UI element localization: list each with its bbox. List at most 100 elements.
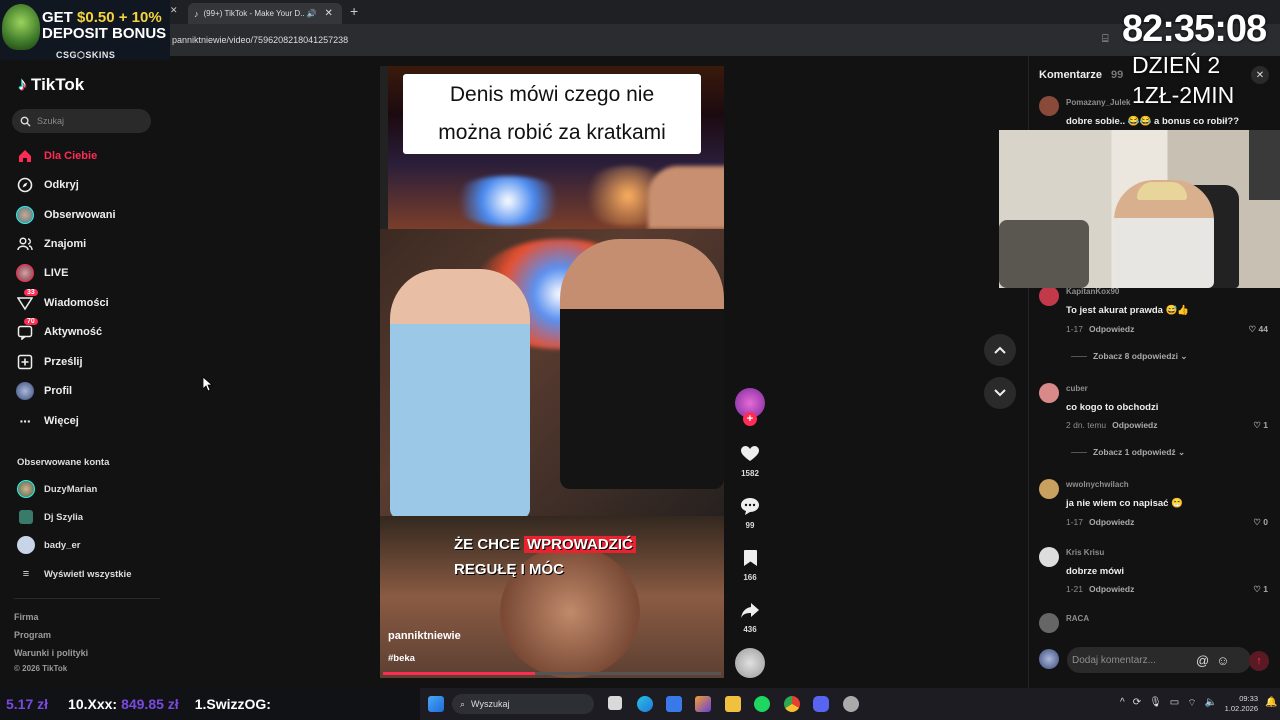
sync-icon[interactable]: ⟳ xyxy=(1133,697,1141,710)
footer-link-company[interactable]: Firma xyxy=(14,612,39,622)
video-hashtag[interactable]: #beka xyxy=(388,653,415,664)
search-input[interactable] xyxy=(37,116,137,126)
taskbar-clock[interactable]: 09:33 1.02.2026 xyxy=(1220,694,1258,714)
edge-icon[interactable] xyxy=(637,696,653,712)
obs-icon[interactable] xyxy=(843,696,859,712)
start-icon[interactable] xyxy=(428,696,444,712)
comment-action[interactable]: 99 xyxy=(736,492,764,530)
avatar-icon xyxy=(16,206,34,224)
arrow-up-icon: ↑ xyxy=(1256,655,1262,667)
previous-video-button[interactable] xyxy=(984,334,1016,366)
follow-plus-icon[interactable]: + xyxy=(743,412,757,426)
footer-link-terms[interactable]: Warunki i polityki xyxy=(14,648,88,658)
list-icon: ≡ xyxy=(22,568,30,580)
comment-like[interactable]: ♡ 1 xyxy=(1253,420,1268,431)
like-action[interactable]: 1582 xyxy=(736,440,764,478)
search-box[interactable] xyxy=(12,109,151,133)
followed-account[interactable]: DuzyMarian xyxy=(17,479,97,499)
address-bar[interactable]: panniktniewie/video/7596208218041257238 … xyxy=(0,24,1280,56)
close-comments-button[interactable]: ✕ xyxy=(1251,66,1269,84)
footer-link-program[interactable]: Program xyxy=(14,630,51,640)
volume-icon[interactable]: 🔈 xyxy=(1205,697,1217,710)
browser-tab-active[interactable]: ♪ (99+) TikTok - Make Your D... 🔊 ✕ xyxy=(188,3,342,24)
comment-like[interactable]: ♡ 44 xyxy=(1249,324,1268,335)
share-count: 436 xyxy=(743,625,757,634)
tab-close-icon[interactable]: ✕ xyxy=(324,8,332,19)
wifi-icon[interactable]: ⌔ xyxy=(1187,697,1196,710)
chrome-icon[interactable] xyxy=(784,696,800,712)
nav-activity[interactable]: 70 Aktywność xyxy=(16,318,102,343)
microphone-icon[interactable]: 🎙 xyxy=(1149,697,1162,710)
comment-user[interactable]: RACA xyxy=(1066,614,1089,623)
new-tab-icon[interactable]: + xyxy=(350,3,358,19)
speaker-icon[interactable]: 🔊 xyxy=(307,9,317,18)
spotify-icon[interactable] xyxy=(754,696,770,712)
nav-friends[interactable]: Znajomi xyxy=(16,233,86,255)
taskbar-search[interactable]: ⌕ Wyszukaj xyxy=(452,694,594,714)
stream-day: DZIEŃ 2 xyxy=(1132,52,1221,78)
store-icon[interactable] xyxy=(666,696,682,712)
video-player[interactable] xyxy=(380,66,724,678)
discord-icon[interactable] xyxy=(813,696,829,712)
followed-account[interactable]: bady_er xyxy=(17,535,80,555)
save-action[interactable]: 166 xyxy=(736,544,764,582)
close-icon: ✕ xyxy=(1255,69,1265,81)
nav-more[interactable]: ··· Więcej xyxy=(16,410,79,432)
folder-icon[interactable] xyxy=(725,696,741,712)
notification-icon[interactable]: 🔔 xyxy=(1265,697,1277,708)
comment-user[interactable]: cuber xyxy=(1066,384,1088,393)
nav-live[interactable]: LIVE xyxy=(16,262,68,284)
avatar[interactable] xyxy=(1039,96,1059,116)
url-text[interactable]: panniktniewie/video/7596208218041257238 xyxy=(172,35,348,45)
nav-following[interactable]: Obserwowani xyxy=(16,204,116,226)
music-disc-icon[interactable] xyxy=(735,648,765,678)
avatar[interactable] xyxy=(1039,286,1059,306)
nav-messages[interactable]: 33 Wiadomości xyxy=(16,289,109,314)
comment-user[interactable]: Kris Krisu xyxy=(1066,548,1104,557)
translate-icon[interactable]: ⌸ xyxy=(1102,33,1109,46)
nav-for-you[interactable]: Dla Ciebie xyxy=(16,145,97,167)
comment-like[interactable]: ♡ 0 xyxy=(1253,517,1268,528)
nav-upload[interactable]: Prześlij xyxy=(16,351,83,373)
system-tray[interactable]: ^ ⟳ 🎙 ▭ ⌔ 🔈 xyxy=(1120,697,1217,710)
ticker-name: 10.Xxx: xyxy=(68,696,118,712)
avatar[interactable] xyxy=(1039,383,1059,403)
reply-link[interactable]: Odpowiedz xyxy=(1089,584,1134,594)
reply-link[interactable]: Odpowiedz xyxy=(1112,420,1157,430)
video-author[interactable]: panniktniewie xyxy=(388,630,461,642)
reply-link[interactable]: Odpowiedz xyxy=(1089,324,1134,334)
tiktok-logo[interactable]: ♪ TikTok xyxy=(18,74,84,95)
next-video-button[interactable] xyxy=(984,377,1016,409)
emoji-icon[interactable]: ☺ xyxy=(1216,653,1229,668)
comment-user[interactable]: KapitanKox90 xyxy=(1066,287,1119,296)
avatar[interactable] xyxy=(1039,547,1059,567)
donation-ticker: 5.17 zł 10.Xxx: 849.85 zł 1.SwizzOG: xyxy=(0,688,420,720)
comment-input[interactable] xyxy=(1072,654,1190,666)
nav-explore[interactable]: Odkryj xyxy=(16,174,79,196)
search-icon xyxy=(20,116,31,127)
followed-account[interactable]: Dj Szylia xyxy=(17,507,83,527)
comment-user[interactable]: wwolnychwilach xyxy=(1066,480,1129,489)
comment-meta: 1-17 Odpowiedz xyxy=(1066,324,1135,334)
avatar[interactable] xyxy=(1039,479,1059,499)
comment-like[interactable]: ♡ 1 xyxy=(1253,584,1268,595)
nav-profile[interactable]: Profil xyxy=(16,380,72,402)
copilot-icon[interactable] xyxy=(695,696,711,712)
mention-icon[interactable]: @ xyxy=(1196,653,1209,668)
monitor-icon[interactable]: ▭ xyxy=(1170,697,1179,710)
video-progress-bar[interactable] xyxy=(383,672,721,675)
share-action[interactable]: 436 xyxy=(736,596,764,634)
tiktok-favicon-icon: ♪ xyxy=(194,8,199,19)
view-replies-link[interactable]: Zobacz 1 odpowiedź ⌄ xyxy=(1071,447,1185,458)
show-all-followed[interactable]: ≡ Wyświetl wszystkie xyxy=(17,564,132,584)
promo-banner[interactable]: GET $0.50 + 10% DEPOSIT BONUS CSG⬡SKINS xyxy=(0,0,170,60)
view-replies-link[interactable]: Zobacz 8 odpowiedzi ⌄ xyxy=(1071,351,1188,362)
reply-link[interactable]: Odpowiedz xyxy=(1089,517,1134,527)
task-view-icon[interactable] xyxy=(608,696,622,710)
comment-user[interactable]: Pomazany_Julek xyxy=(1066,98,1130,107)
comment-input-box[interactable]: @ ☺ xyxy=(1067,647,1251,673)
chevron-up-icon[interactable]: ^ xyxy=(1120,697,1125,710)
prev-tab-close-icon[interactable]: ✕ xyxy=(170,5,178,16)
avatar[interactable] xyxy=(1039,613,1059,633)
send-comment-button[interactable]: ↑ xyxy=(1249,651,1269,671)
